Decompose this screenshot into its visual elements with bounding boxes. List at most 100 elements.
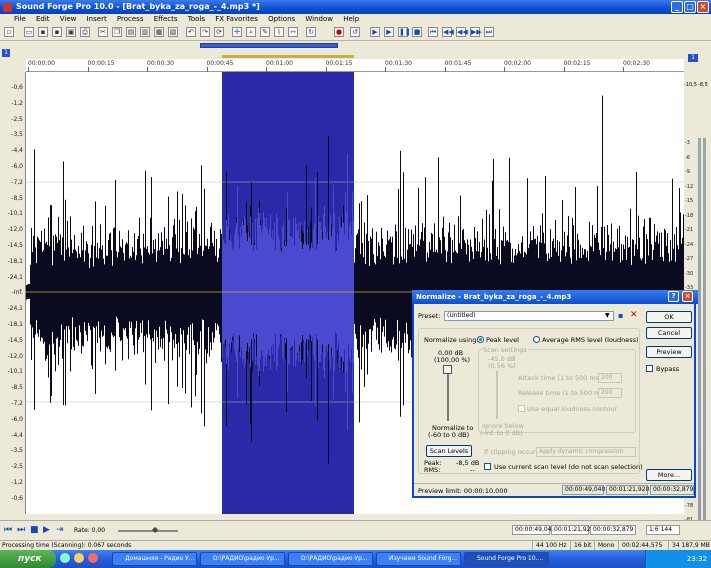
edit-tool-icon[interactable]: ✛ (232, 27, 242, 37)
play-transport-icon[interactable]: ▶ (43, 525, 50, 535)
repeat-icon[interactable]: ⟳ (214, 27, 224, 37)
taskbar-item[interactable]: Домашняя - Радио У... (112, 552, 197, 566)
taskbar-item[interactable]: Изучаем Sound Forg... (376, 552, 461, 566)
save-preset-icon[interactable]: ▪ (618, 311, 623, 320)
menu-insert[interactable]: Insert (87, 15, 107, 23)
rate-slider-thumb[interactable]: ◆ (152, 525, 162, 535)
trim-icon[interactable]: ▦ (154, 27, 164, 37)
rate-slider-track[interactable] (118, 530, 178, 532)
menu-process[interactable]: Process (117, 15, 144, 23)
quicklaunch-icon[interactable] (60, 553, 70, 563)
menu-help[interactable]: Help (343, 15, 359, 23)
save-as-icon[interactable]: ▪ (52, 27, 62, 37)
release-time-label: Release time (1 to 500 ms): (518, 389, 609, 397)
db-scale-label: -8,5 (11, 194, 23, 202)
equal-loudness-checkbox[interactable] (518, 405, 525, 412)
undo-icon[interactable]: ↶ (186, 27, 196, 37)
channel-icon[interactable]: 1 (2, 49, 10, 57)
system-tray: 23:32 (645, 550, 711, 568)
meter-tick: -30 (685, 270, 694, 277)
stop-transport-icon[interactable]: ■ (30, 525, 39, 535)
play-all-icon[interactable]: ▶ (384, 27, 394, 37)
taskbar-item[interactable]: D:\РАДИО\радио Ур... (200, 552, 285, 566)
sync-icon[interactable]: ↻ (306, 27, 316, 37)
preset-dropdown[interactable]: (Untitled) (444, 311, 614, 321)
app-icon (3, 3, 12, 12)
quicklaunch-icon[interactable] (88, 553, 98, 563)
go-start-transport-icon[interactable]: ⏮ (4, 525, 12, 535)
render-icon[interactable]: ▣ (66, 27, 76, 37)
menu-fx-favorites[interactable]: FX Favorites (215, 15, 258, 23)
maximize-button[interactable]: □ (684, 1, 696, 13)
start-button[interactable]: пуск (0, 550, 56, 568)
open-icon[interactable]: ▭ (24, 27, 34, 37)
use-current-scan-checkbox[interactable] (484, 463, 491, 470)
cancel-button[interactable]: Cancel (646, 327, 692, 339)
rewind-alt-icon[interactable]: ◀◀ (456, 27, 468, 37)
time-ruler[interactable]: 00:00:00 00:00:15 00:00:30 00:00:45 00:01:00… (26, 59, 684, 72)
preview-button[interactable]: Preview (646, 346, 692, 358)
taskbar-item-active[interactable]: Sound Forge Pro 10.... (464, 552, 549, 566)
bypass-checkbox[interactable] (646, 365, 653, 372)
clipping-dropdown[interactable]: Apply dynamic compression (536, 447, 636, 457)
print-icon[interactable]: ⎙ (80, 27, 90, 37)
selection-marker-bar[interactable] (222, 55, 354, 58)
crop-icon[interactable]: ▧ (168, 27, 178, 37)
save-icon[interactable]: ▪ (38, 27, 48, 37)
menu-window[interactable]: Window (305, 15, 333, 23)
play-looped-icon[interactable]: ⇥ (56, 525, 64, 535)
attack-time-input[interactable]: 200 (598, 373, 622, 383)
cut-icon[interactable]: ✂ (98, 27, 108, 37)
stop-icon[interactable]: ■ (412, 27, 422, 37)
release-time-input[interactable]: 200 (598, 388, 622, 398)
quicklaunch-icon[interactable] (74, 553, 84, 563)
forward-icon[interactable]: ▶▶ (470, 27, 482, 37)
menu-tools[interactable]: Tools (188, 15, 205, 23)
event-tool-icon[interactable]: ⇿ (288, 27, 298, 37)
ok-button[interactable]: OK (646, 311, 692, 323)
rms-value: -- (470, 466, 475, 474)
play-icon[interactable]: ▶ (370, 27, 380, 37)
db-scale-label: -24,1 (7, 305, 23, 313)
go-end-transport-icon[interactable]: ⏭ (17, 525, 25, 535)
help-button[interactable]: ? (668, 291, 679, 302)
transport-bar: ⏮ ⏭ ■ ▶ ⇥ Rate: 0,00 ◆ 00:00:49,040 00:0… (0, 520, 711, 540)
dialog-sel-length: 00:00:32,879 (650, 485, 694, 495)
paste-icon[interactable]: ▤ (126, 27, 136, 37)
db-scale-label: -2,5 (11, 463, 23, 471)
mix-icon[interactable]: ▥ (140, 27, 150, 37)
minimize-button[interactable]: _ (671, 1, 683, 13)
peak-level-radio[interactable] (477, 336, 484, 343)
ignore-below-slider[interactable] (496, 371, 498, 419)
go-end-icon[interactable]: ⏭ (484, 27, 494, 37)
rewind-icon[interactable]: ◀◀ (442, 27, 454, 37)
meter-tick: -18 (685, 212, 694, 219)
dialog-close-button[interactable]: × (682, 291, 693, 302)
meter-bar-right (703, 138, 706, 556)
meter-channel-icon[interactable]: 1 (688, 54, 698, 62)
delete-preset-icon[interactable]: ✕ (630, 310, 638, 320)
menu-edit[interactable]: Edit (36, 15, 50, 23)
pencil-tool-icon[interactable]: ✎ (260, 27, 270, 37)
dialog-sel-end: 00:01:21,920 (606, 485, 649, 495)
menu-file[interactable]: File (14, 15, 26, 23)
scan-levels-button[interactable]: Scan Levels (426, 445, 472, 457)
go-start-icon[interactable]: ⏮ (428, 27, 438, 37)
normalize-slider-thumb[interactable] (443, 365, 452, 374)
loop-icon[interactable]: ↺ (350, 27, 360, 37)
close-button[interactable]: × (697, 1, 709, 13)
magnify-tool-icon[interactable]: ⌕ (246, 27, 256, 37)
taskbar-item[interactable]: D:\РАДИО\радио Ур... (288, 552, 373, 566)
chevron-down-icon[interactable]: ▼ (605, 312, 610, 319)
copy-icon[interactable]: ❐ (112, 27, 122, 37)
more-button[interactable]: More... (646, 469, 692, 481)
rms-level-radio[interactable] (533, 336, 540, 343)
record-icon[interactable]: ● (334, 27, 344, 37)
redo-icon[interactable]: ↷ (200, 27, 210, 37)
menu-effects[interactable]: Effects (154, 15, 178, 23)
pause-icon[interactable]: ❚❚ (398, 27, 411, 37)
menu-view[interactable]: View (60, 15, 77, 23)
menu-options[interactable]: Options (268, 15, 295, 23)
envelope-tool-icon[interactable]: ⌇ (274, 27, 284, 37)
new-icon[interactable]: ▫ (4, 27, 14, 37)
